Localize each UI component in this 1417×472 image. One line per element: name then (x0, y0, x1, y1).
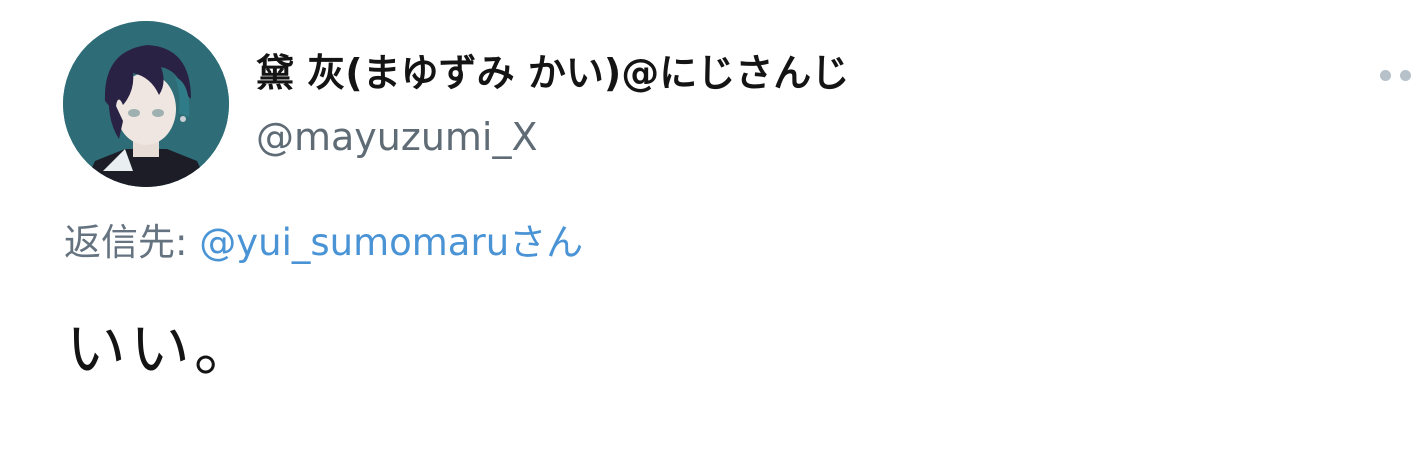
reply-to-suffix[interactable]: さん (509, 221, 583, 264)
reply-to-prefix: 返信先: (64, 221, 200, 264)
avatar[interactable] (63, 21, 229, 187)
more-options-button[interactable] (1372, 60, 1417, 90)
tweet-text: いい。 (66, 315, 258, 385)
reply-to-mention-link[interactable]: @yui_sumomaruさん (199, 221, 583, 264)
character-avatar-icon (63, 21, 229, 187)
more-options-icon (1380, 70, 1391, 81)
more-options-icon-dot (1400, 70, 1411, 81)
author-handle[interactable]: @mayuzumi_X (256, 112, 538, 162)
reply-to-line: 返信先: @yui_sumomaruさん (64, 218, 583, 268)
author-display-name[interactable]: 黛 灰(まゆずみ かい)@にじさんじ (256, 48, 849, 98)
tweet-card: 黛 灰(まゆずみ かい)@にじさんじ @mayuzumi_X 返信先: @yui… (0, 0, 1417, 472)
reply-to-target[interactable]: @yui_sumomaru (199, 221, 509, 264)
